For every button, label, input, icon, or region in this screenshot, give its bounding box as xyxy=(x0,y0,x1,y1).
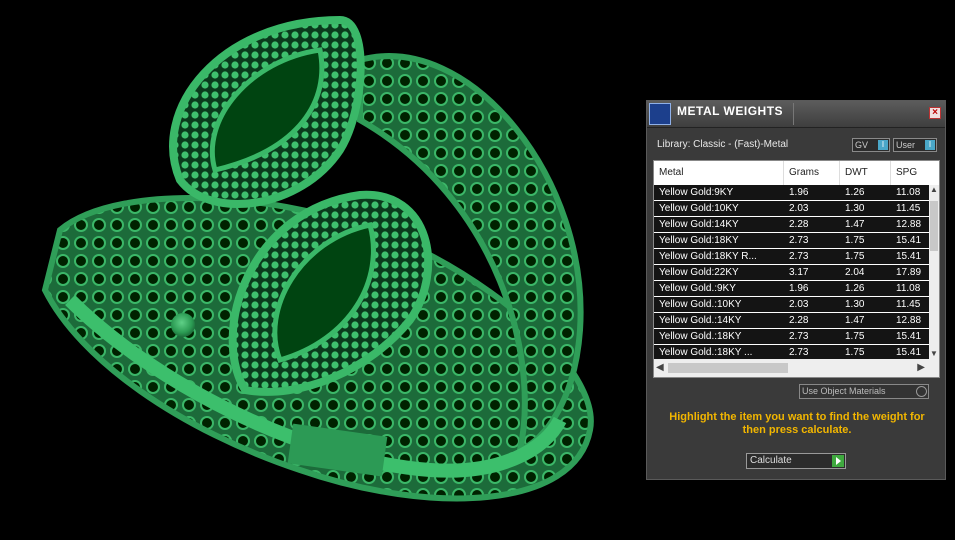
3d-viewport[interactable] xyxy=(0,0,640,540)
use-object-materials-toggle[interactable]: Use Object Materials xyxy=(799,384,929,399)
table-row[interactable]: Yellow Gold.:9KY 1.96 1.26 11.08 xyxy=(654,281,930,297)
table-row[interactable]: Yellow Gold:10KY 2.03 1.30 11.45 xyxy=(654,201,930,217)
cell-dwt: 1.75 xyxy=(845,235,865,246)
cell-grams: 2.28 xyxy=(789,315,809,326)
cell-grams: 3.17 xyxy=(789,267,809,278)
ring-model xyxy=(41,15,594,502)
cell-grams: 2.73 xyxy=(789,331,809,342)
table-row[interactable]: Yellow Gold:18KY R... 2.73 1.75 15.41 xyxy=(654,249,930,265)
table-row[interactable]: Yellow Gold:9KY 1.96 1.26 11.08 xyxy=(654,185,930,201)
cell-dwt: 1.75 xyxy=(845,347,865,358)
table-row[interactable]: Yellow Gold:18KY 2.73 1.75 15.41 xyxy=(654,233,930,249)
cell-metal: Yellow Gold:9KY xyxy=(659,187,734,198)
header-spg[interactable]: SPG xyxy=(896,167,917,178)
cell-grams: 2.73 xyxy=(789,347,809,358)
cell-metal: Yellow Gold:10KY xyxy=(659,203,739,214)
cell-grams: 2.73 xyxy=(789,235,809,246)
cell-dwt: 2.04 xyxy=(845,267,865,278)
metal-table: Metal Grams DWT SPG Yellow Gold:9KY 1.96 1… xyxy=(653,160,940,378)
table-row[interactable]: Yellow Gold:22KY 3.17 2.04 17.89 xyxy=(654,265,930,281)
column-divider xyxy=(839,161,840,185)
column-divider xyxy=(783,161,784,185)
cell-grams: 2.73 xyxy=(789,251,809,262)
table-row[interactable]: Yellow Gold.:18KY 2.73 1.75 15.41 xyxy=(654,329,930,345)
scroll-right-icon[interactable]: ▶ xyxy=(917,362,925,373)
cell-dwt: 1.47 xyxy=(845,219,865,230)
cell-dwt: 1.75 xyxy=(845,331,865,342)
cell-spg: 11.08 xyxy=(896,283,921,294)
column-divider xyxy=(890,161,891,185)
horizontal-scrollbar[interactable]: ◀ ▶ xyxy=(654,359,939,377)
gv-toggle-knob: I xyxy=(878,140,888,150)
cell-grams: 1.96 xyxy=(789,187,809,198)
cell-grams: 2.03 xyxy=(789,203,809,214)
cell-spg: 12.88 xyxy=(896,315,922,326)
cell-dwt: 1.26 xyxy=(845,187,865,198)
metal-weights-panel: METAL WEIGHTS × Library: Classic - (Fast… xyxy=(646,100,946,480)
app-logo-icon xyxy=(649,103,671,125)
cell-spg: 15.41 xyxy=(896,331,922,342)
play-arrow-icon xyxy=(832,455,844,467)
cell-spg: 15.41 xyxy=(896,251,922,262)
header-grams[interactable]: Grams xyxy=(789,167,819,178)
calculate-button[interactable]: Calculate xyxy=(746,453,846,469)
hscroll-thumb[interactable] xyxy=(668,363,788,373)
cell-dwt: 1.26 xyxy=(845,283,865,294)
vertical-scrollbar[interactable]: ▲ ▼ xyxy=(929,185,939,359)
table-body: Yellow Gold:9KY 1.96 1.26 11.08 Yellow Gold:… xyxy=(654,185,930,361)
cell-spg: 11.08 xyxy=(896,187,921,198)
panel-title: METAL WEIGHTS xyxy=(677,104,784,118)
title-divider xyxy=(793,103,794,125)
cell-grams: 1.96 xyxy=(789,283,809,294)
cell-metal: Yellow Gold:18KY R... xyxy=(659,251,757,262)
calculate-label: Calculate xyxy=(750,455,792,466)
instruction-text: Highlight the item you want to find the … xyxy=(669,411,925,436)
cell-metal: Yellow Gold.:14KY xyxy=(659,315,742,326)
cell-metal: Yellow Gold:14KY xyxy=(659,219,739,230)
cell-spg: 11.45 xyxy=(896,203,921,214)
radio-knob-icon xyxy=(916,386,927,397)
cell-dwt: 1.47 xyxy=(845,315,865,326)
cell-spg: 15.41 xyxy=(896,347,922,358)
table-row[interactable]: Yellow Gold.:14KY 2.28 1.47 12.88 xyxy=(654,313,930,329)
table-header: Metal Grams DWT SPG xyxy=(654,161,939,185)
scroll-thumb[interactable] xyxy=(930,201,938,251)
scroll-up-icon[interactable]: ▲ xyxy=(929,185,939,195)
use-object-materials-label: Use Object Materials xyxy=(802,386,886,396)
cell-spg: 17.89 xyxy=(896,267,922,278)
user-toggle-label: User xyxy=(896,140,916,150)
cell-dwt: 1.30 xyxy=(845,203,865,214)
header-metal[interactable]: Metal xyxy=(659,167,683,178)
scroll-down-icon[interactable]: ▼ xyxy=(929,349,939,359)
scroll-left-icon[interactable]: ◀ xyxy=(656,362,664,373)
cell-spg: 11.45 xyxy=(896,299,921,310)
table-row[interactable]: Yellow Gold:14KY 2.28 1.47 12.88 xyxy=(654,217,930,233)
cell-metal: Yellow Gold:22KY xyxy=(659,267,739,278)
cell-metal: Yellow Gold.:10KY xyxy=(659,299,742,310)
user-toggle-knob: I xyxy=(925,140,935,150)
cell-metal: Yellow Gold.:18KY xyxy=(659,331,742,342)
gv-toggle[interactable]: GV I xyxy=(852,138,890,152)
panel-titlebar[interactable]: METAL WEIGHTS × xyxy=(647,101,945,128)
table-row[interactable]: Yellow Gold.:10KY 2.03 1.30 11.45 xyxy=(654,297,930,313)
user-toggle[interactable]: User I xyxy=(893,138,937,152)
cell-metal: Yellow Gold.:18KY ... xyxy=(659,347,753,358)
cell-spg: 15.41 xyxy=(896,235,922,246)
close-button[interactable]: × xyxy=(929,107,941,119)
header-dwt[interactable]: DWT xyxy=(845,167,868,178)
cell-dwt: 1.30 xyxy=(845,299,865,310)
library-label: Library: Classic - (Fast)-Metal xyxy=(657,139,789,150)
cell-metal: Yellow Gold:18KY xyxy=(659,235,739,246)
cell-dwt: 1.75 xyxy=(845,251,865,262)
cell-spg: 12.88 xyxy=(896,219,922,230)
gv-toggle-label: GV xyxy=(855,140,869,150)
cell-grams: 2.28 xyxy=(789,219,809,230)
cell-metal: Yellow Gold.:9KY xyxy=(659,283,736,294)
cell-grams: 2.03 xyxy=(789,299,809,310)
